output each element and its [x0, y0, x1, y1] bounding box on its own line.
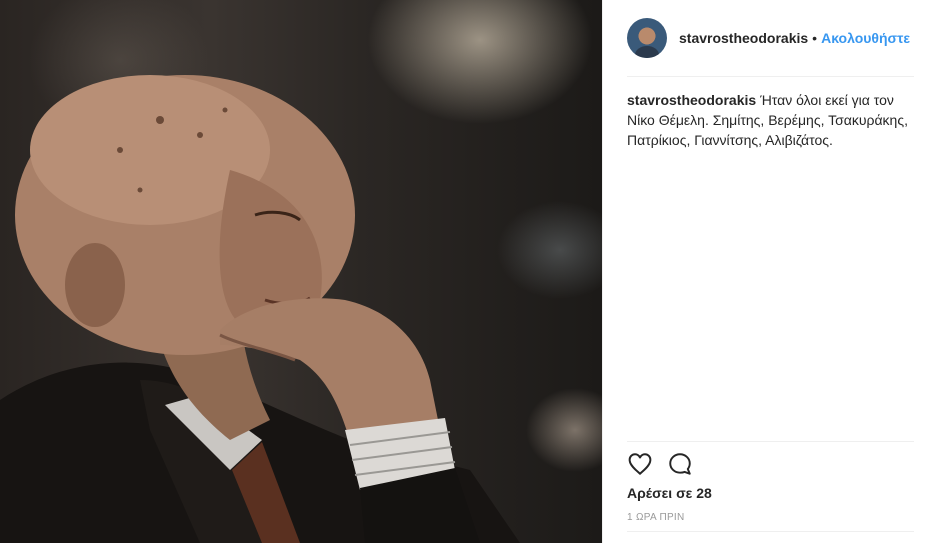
comment-bubble-icon[interactable]	[667, 451, 693, 477]
post-caption: stavrostheodorakis Ήταν όλοι εκεί για το…	[627, 90, 919, 150]
username-link[interactable]: stavrostheodorakis	[679, 30, 808, 46]
post-actions	[627, 451, 707, 477]
photo-illustration	[0, 75, 520, 543]
caption-username-link[interactable]: stavrostheodorakis	[627, 92, 756, 108]
post-header: stavrostheodorakis • Ακολουθήστε	[627, 16, 938, 60]
avatar[interactable]	[627, 18, 667, 58]
post-photo[interactable]	[0, 0, 602, 543]
divider-top	[627, 76, 914, 77]
follow-button[interactable]: Ακολουθήστε	[821, 30, 910, 46]
separator-dot: •	[812, 30, 818, 46]
heart-icon[interactable]	[627, 451, 653, 477]
divider-actions	[627, 441, 914, 442]
post-side-panel: stavrostheodorakis • Ακολουθήστε stavros…	[602, 0, 938, 543]
post-timestamp[interactable]: 1 ΩΡΑ ΠΡΙΝ	[627, 512, 685, 523]
likes-count[interactable]: Αρέσει σε 28	[627, 485, 712, 501]
instagram-post: stavrostheodorakis • Ακολουθήστε stavros…	[0, 0, 938, 543]
divider-bottom	[627, 531, 914, 532]
